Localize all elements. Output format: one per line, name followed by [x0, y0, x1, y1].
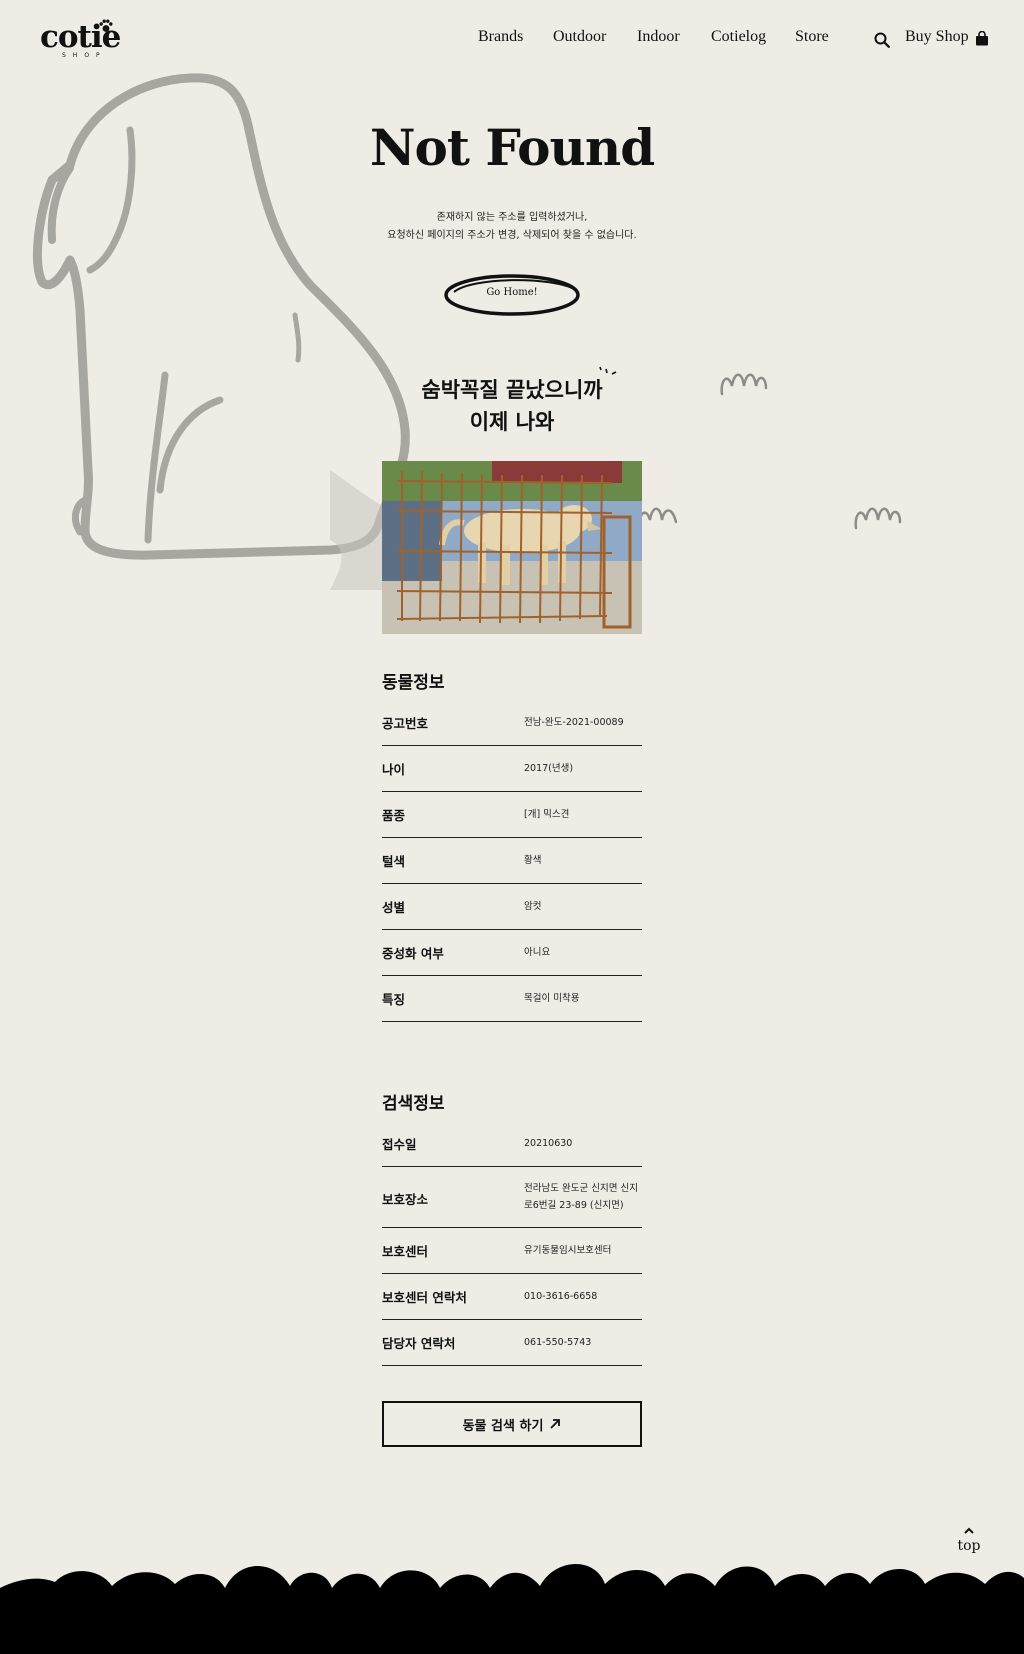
info-value: 061-550-5743: [524, 1337, 592, 1348]
nav-store[interactable]: Store: [795, 28, 829, 46]
buy-shop-link[interactable]: Buy Shop: [905, 28, 969, 46]
info-row: 품종 [개] 믹스견: [382, 797, 642, 838]
go-home-label: Go Home!: [486, 287, 538, 298]
info-value: 2017(년생): [524, 763, 574, 774]
info-label: 특징: [382, 992, 406, 1007]
info-label: 중성화 여부: [382, 946, 444, 961]
animal-info-title: 동물정보: [382, 673, 445, 693]
info-row: 털색 황색: [382, 843, 642, 884]
info-row: 담당자 연락처 061-550-5743: [382, 1325, 642, 1366]
info-label: 보호장소: [382, 1192, 429, 1207]
info-value: 전라남도 완도군 신지면 신지: [524, 1183, 638, 1194]
info-row: 중성화 여부 아니요: [382, 935, 642, 976]
info-value: 암컷: [524, 901, 542, 912]
info-label: 보호센터: [382, 1244, 429, 1259]
search-icon[interactable]: [874, 32, 890, 48]
info-label: 보호센터 연락처: [382, 1290, 467, 1305]
info-value: 전남-완도-2021-00089: [524, 717, 624, 728]
footer-wave: [0, 1563, 1024, 1654]
caret-up-icon: [964, 1527, 974, 1534]
grass-doodle-icon: [854, 507, 902, 530]
info-value: 유기동물임시보호센터: [524, 1245, 612, 1256]
nav-brands[interactable]: Brands: [478, 28, 523, 46]
error-message-line2: 요청하신 페이지의 주소가 변경, 삭제되어 찾을 수 없습니다.: [387, 230, 637, 241]
arrow-up-right-icon: [550, 1419, 561, 1429]
search-info-title: 검색정보: [382, 1094, 445, 1114]
info-value: 아니요: [524, 947, 551, 958]
info-row: 공고번호 전남-완도-2021-00089: [382, 705, 642, 746]
info-value: 목걸이 미착용: [524, 993, 580, 1004]
info-value: 010-3616-6658: [524, 1291, 598, 1302]
info-row: 보호센터 연락처 010-3616-6658: [382, 1279, 642, 1320]
info-row: 특징 목걸이 미착용: [382, 981, 642, 1022]
sparkle-icon: [599, 366, 617, 375]
info-row: 보호장소 전라남도 완도군 신지면 신지 로6번길 23-89 (신지면): [382, 1172, 642, 1228]
info-row: 성별 암컷: [382, 889, 642, 930]
animal-photo: [382, 461, 642, 634]
animal-search-button[interactable]: 동물 검색 하기: [382, 1401, 642, 1447]
bag-icon[interactable]: [975, 31, 989, 46]
nav-cotielog[interactable]: Cotielog: [711, 28, 766, 46]
grass-doodle-icon: [720, 373, 768, 396]
logo-sub: SHOP: [62, 52, 107, 59]
info-row: 나이 2017(년생): [382, 751, 642, 792]
grass-doodle-icon: [638, 507, 678, 530]
info-label: 나이: [382, 762, 406, 777]
info-row: 보호센터 유기동물임시보호센터: [382, 1233, 642, 1274]
go-home-button[interactable]: Go Home!: [442, 272, 582, 318]
info-label: 접수일: [382, 1137, 417, 1152]
info-row: 접수일 20210630: [382, 1126, 642, 1167]
info-label: 성별: [382, 900, 406, 915]
headline-line1: 숨박꼭질 끝났으니까: [421, 378, 603, 402]
logo[interactable]: cotie SHOP: [40, 18, 132, 62]
nav-outdoor[interactable]: Outdoor: [553, 28, 606, 46]
info-value-line2: 로6번길 23-89 (신지면): [524, 1200, 624, 1211]
page-title: Not Found: [369, 118, 655, 177]
info-label: 품종: [382, 808, 406, 823]
info-value: [개] 믹스견: [524, 809, 570, 820]
headline-line2: 이제 나와: [469, 410, 555, 434]
info-value: 황색: [524, 855, 542, 866]
nav-indoor[interactable]: Indoor: [637, 28, 680, 46]
info-label: 담당자 연락처: [382, 1336, 456, 1351]
info-label: 털색: [382, 854, 406, 869]
animal-search-label: 동물 검색 하기: [462, 1418, 544, 1434]
error-message-line1: 존재하지 않는 주소를 입력하셨거나,: [436, 212, 588, 223]
info-label: 공고번호: [382, 716, 429, 731]
paw-icon: [99, 19, 113, 32]
info-value: 20210630: [524, 1138, 573, 1149]
